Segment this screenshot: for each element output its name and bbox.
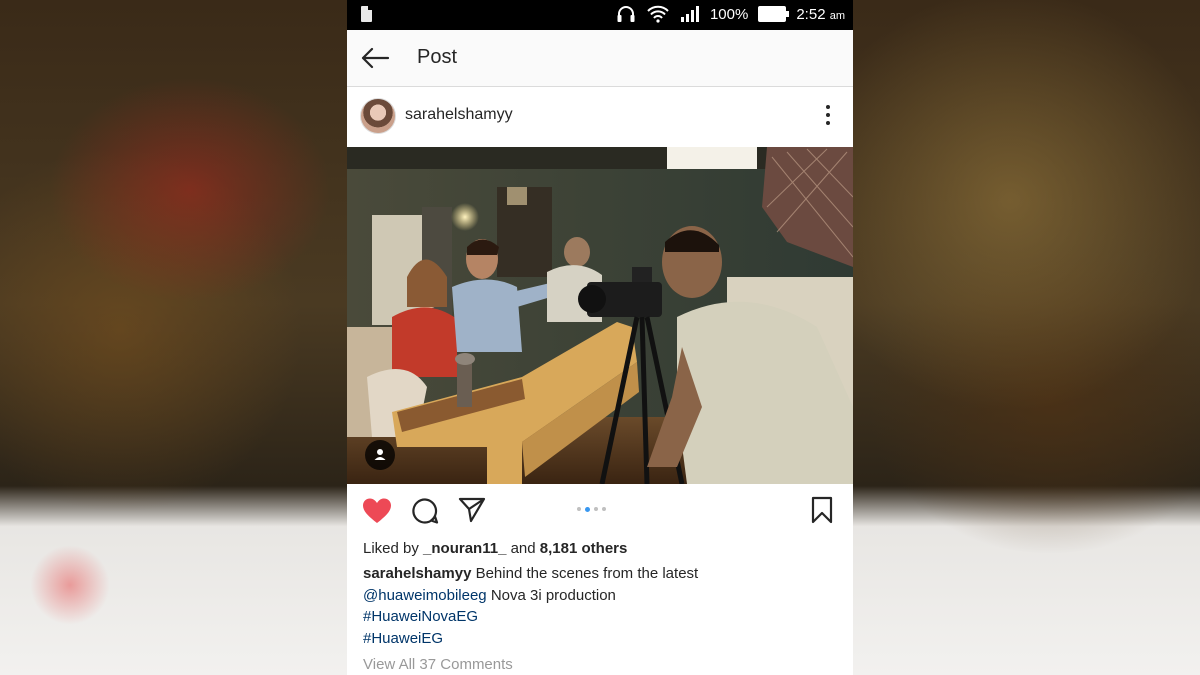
post-photo[interactable] [347,147,853,484]
status-bar-right: 100% 2:52 am [616,5,845,23]
battery-percent: 100% [709,5,749,23]
caption-username[interactable]: sarahelshamyy [363,565,471,582]
status-bar: 100% 2:52 am [347,0,853,30]
author-username[interactable]: sarahelshamyy [405,106,513,124]
caption-mention[interactable]: @huaweimobileeg [363,587,487,604]
comment-icon[interactable] [411,497,439,525]
post-actions [347,490,853,530]
caption-line-4: #HuaweiEG [363,628,843,650]
post-caption: sarahelshamyy Behind the scenes from the… [363,563,843,649]
back-arrow-icon[interactable] [360,46,390,70]
caption-hashtag-2[interactable]: #HuaweiEG [363,630,443,647]
avatar[interactable] [360,98,396,134]
page-title: Post [417,46,458,68]
bookmark-icon[interactable] [811,496,833,524]
background-blur-spot [30,545,110,625]
signal-icon [680,6,699,22]
caption-line-3: #HuaweiNovaEG [363,606,843,628]
headset-icon [617,6,635,22]
carousel-indicator [577,506,606,512]
likes-connector: and [510,540,536,557]
view-all-comments-link[interactable]: View All 37 Comments [363,656,513,673]
carousel-dot [577,507,581,511]
carousel-dot [602,507,606,511]
likes-others-link[interactable]: 8,181 others [540,540,628,557]
status-clock: 2:52 am [796,6,845,23]
phone-screen: 100% 2:52 am Post sarahelshamyy Liked by… [347,0,853,675]
clock-time: 2:52 [796,5,826,23]
caption-line-2: @huaweimobileeg Nova 3i production [363,585,843,607]
battery-icon [758,6,790,22]
more-vertical-icon[interactable] [825,104,831,126]
post-photo-illustration [347,147,853,484]
caption-hashtag-1[interactable]: #HuaweiNovaEG [363,608,478,625]
wifi-icon [647,5,669,23]
liker-username[interactable]: _nouran11_ [423,540,506,557]
caption-line-1: sarahelshamyy Behind the scenes from the… [363,563,843,585]
carousel-dot [594,507,598,511]
tagged-people-icon[interactable] [365,440,395,470]
post-header: Post [347,30,853,87]
post-author-row: sarahelshamyy [347,88,853,145]
clock-suffix: am [829,9,845,22]
sim-card-icon [361,6,372,22]
share-icon[interactable] [458,497,486,523]
heart-icon[interactable] [362,497,392,524]
caption-text-2: Nova 3i production [490,586,616,604]
caption-text-1: Behind the scenes from the latest [475,565,699,582]
likes-summary: Liked by _nouran11_ and 8,181 others [363,540,627,557]
likes-prefix: Liked by [363,540,419,557]
carousel-dot-active [585,506,590,512]
